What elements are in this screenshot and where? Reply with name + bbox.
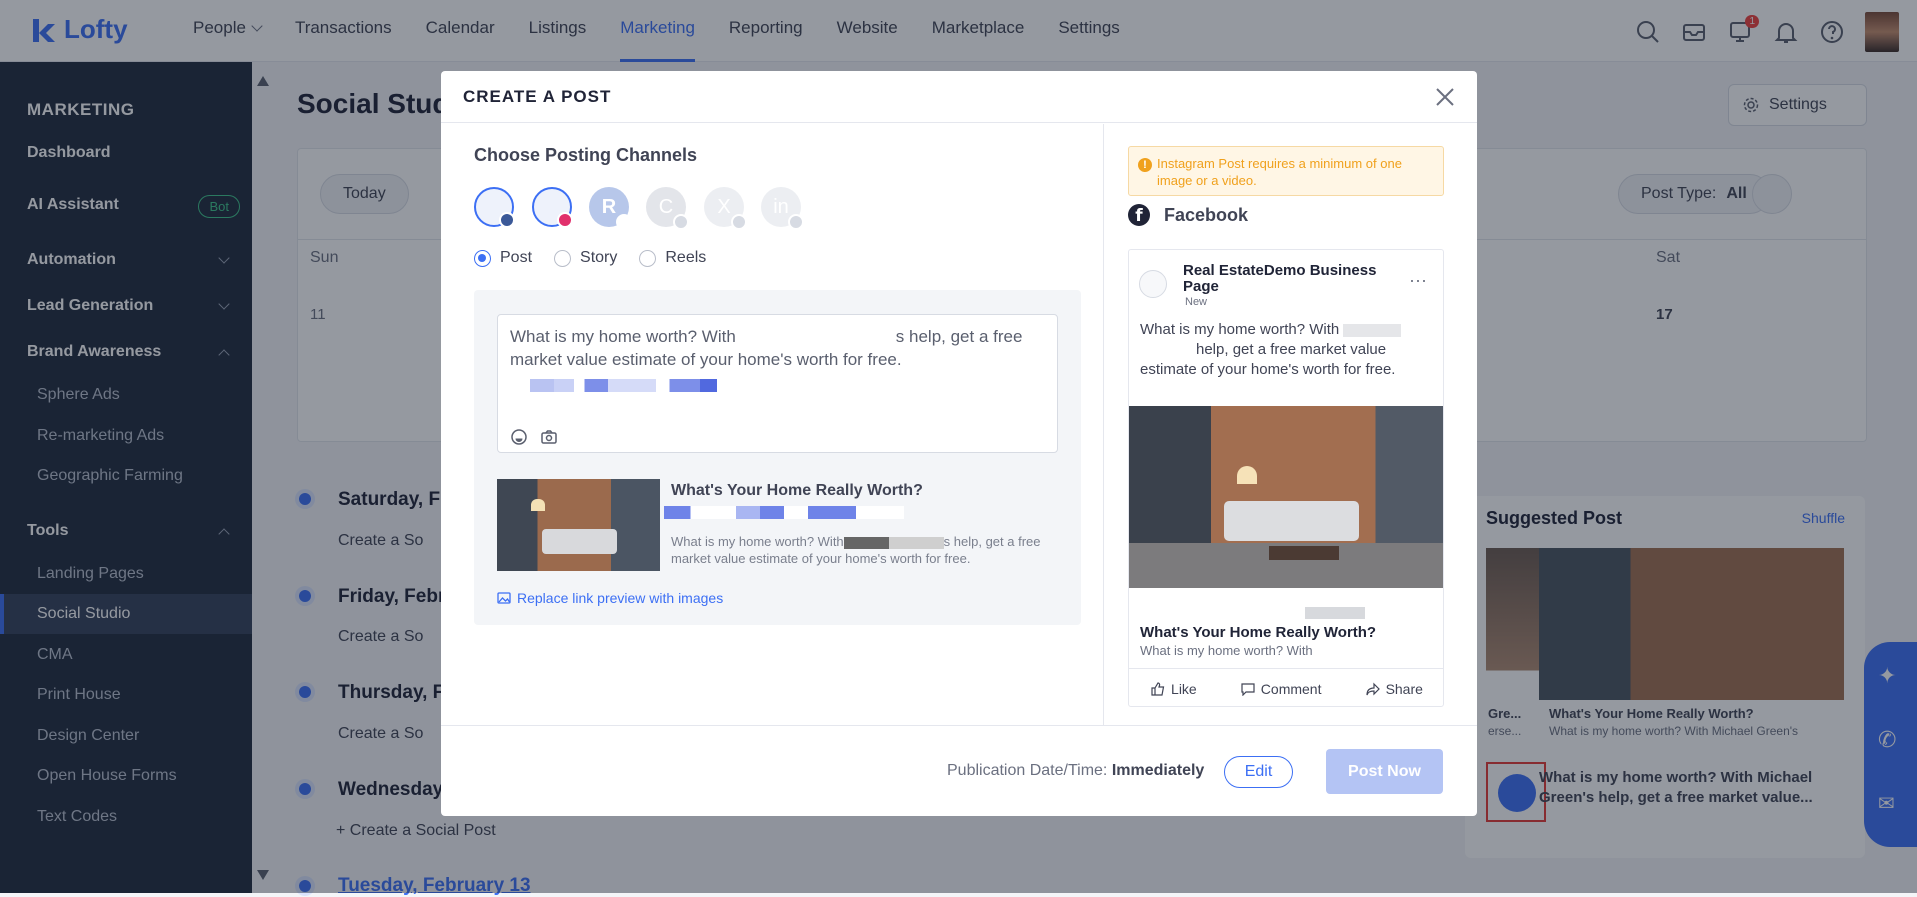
create-post-modal: CREATE A POST Choose Posting Channels R …	[441, 71, 1477, 816]
fb-text-end: help, get a free market value estimate o…	[1140, 341, 1396, 378]
channel-x[interactable]: X	[704, 187, 747, 230]
lamp-shape	[1237, 466, 1257, 484]
fb-share: Share	[1365, 680, 1423, 697]
channel-in-label: in	[773, 196, 789, 218]
fb-link-desc: What is my home worth? With	[1140, 643, 1313, 658]
redacted-name	[843, 536, 944, 549]
choose-channels-title: Choose Posting Channels	[474, 145, 698, 165]
radio-story[interactable]: Story	[554, 249, 617, 267]
radio-dot	[474, 249, 491, 267]
warning-icon: !	[1138, 158, 1152, 172]
facebook-icon: f	[1128, 204, 1150, 226]
redacted-name	[1343, 323, 1402, 337]
facebook-icon	[499, 212, 515, 228]
add-icon	[788, 214, 804, 230]
add-icon	[731, 214, 747, 230]
camera-icon[interactable]	[540, 428, 558, 446]
radio-post-label: Post	[500, 249, 533, 266]
modal-title: CREATE A POST	[463, 87, 612, 106]
redacted-link	[513, 379, 853, 392]
post-text-input[interactable]: What is my home worth? With s help, get a…	[497, 314, 1058, 453]
facebook-label: Facebook	[1164, 204, 1249, 225]
post-text: What is my home worth? With s help, get a…	[510, 325, 1050, 371]
channel-r-label: R	[601, 196, 617, 218]
radio-dot	[554, 249, 572, 267]
channel-instagram[interactable]	[532, 187, 573, 228]
radio-post[interactable]: Post	[474, 249, 532, 267]
compose-tools	[510, 428, 558, 446]
redacted-url	[664, 506, 904, 519]
radio-reels[interactable]: Reels	[639, 249, 706, 267]
fb-meta: New	[1185, 296, 1208, 308]
fb-text-start: What is my home worth? With	[1140, 321, 1340, 338]
publication-label-text: Publication Date/Time:	[947, 762, 1108, 779]
link-preview-desc: What is my home worth? With s help, get a…	[671, 533, 1061, 567]
image-icon	[497, 592, 511, 604]
fb-page-name: Real EstateDemo Business Page	[1183, 262, 1377, 295]
instagram-warning: ! Instagram Post requires a minimum of on…	[1128, 146, 1444, 196]
compose-area: What is my home worth? With s help, get a…	[474, 290, 1081, 625]
edit-button[interactable]: Edit	[1224, 756, 1293, 788]
lamp-shape	[531, 499, 545, 511]
fb-like: Like	[1151, 681, 1197, 697]
emoji-icon[interactable]	[510, 428, 528, 446]
channel-x-label: X	[717, 196, 731, 218]
thumbs-up-icon	[1151, 681, 1165, 696]
warning-text: Instagram Post requires a minimum of one…	[1157, 156, 1402, 188]
radio-dot	[639, 249, 657, 267]
redacted-url	[1305, 607, 1365, 619]
radio-story-label: Story	[580, 249, 618, 266]
publication-value: Immediately	[1111, 762, 1205, 779]
channel-facebook[interactable]	[474, 187, 515, 228]
link-preview-image	[497, 479, 660, 571]
page-avatar	[1139, 270, 1167, 298]
facebook-preview-header: f Facebook	[1128, 204, 1248, 226]
replace-link-preview[interactable]: Replace link preview with images	[497, 590, 723, 606]
channel-c-label: C	[658, 196, 674, 218]
fb-share-label: Share	[1385, 680, 1423, 697]
post-type-radios: Post Story Reels	[474, 249, 706, 267]
fb-post-text: What is my home worth? With help, get a …	[1140, 320, 1438, 380]
table-shape	[1269, 546, 1339, 560]
add-icon	[673, 214, 689, 230]
link-preview-title: What's Your Home Really Worth?	[671, 482, 923, 499]
instagram-icon	[557, 212, 573, 228]
modal-divider	[1103, 124, 1104, 726]
post-now-button[interactable]: Post Now	[1326, 749, 1443, 794]
sofa-shape	[1224, 501, 1359, 541]
fb-comment-label: Comment	[1260, 680, 1322, 697]
fb-link-title: What's Your Home Really Worth?	[1140, 624, 1377, 641]
youtube-icon	[616, 214, 632, 230]
fb-post-image	[1129, 406, 1443, 588]
channel-c[interactable]: C	[646, 187, 689, 230]
facebook-preview-card: Real EstateDemo Business Page New ··· Wh…	[1128, 249, 1444, 707]
publication-label: Publication Date/Time: Immediately	[947, 762, 1204, 780]
modal-header: CREATE A POST	[441, 71, 1477, 123]
fb-actions: Like Comment Share	[1129, 668, 1443, 706]
post-text-start: What is my home worth? With	[510, 327, 736, 346]
fb-comment: Comment	[1241, 680, 1322, 697]
link-desc-start: What is my home worth? With	[671, 534, 844, 549]
close-icon[interactable]	[1433, 85, 1457, 109]
channel-r[interactable]: R	[589, 187, 632, 230]
more-icon[interactable]: ···	[1409, 270, 1427, 291]
link-preview[interactable]: What's Your Home Really Worth? What is m…	[497, 479, 1067, 571]
replace-link-label: Replace link preview with images	[517, 590, 724, 606]
radio-reels-label: Reels	[665, 249, 707, 266]
share-icon	[1365, 682, 1380, 695]
channel-linkedin[interactable]: in	[761, 187, 804, 230]
comment-icon	[1241, 682, 1255, 696]
sofa-shape	[542, 529, 617, 554]
fb-like-label: Like	[1171, 680, 1197, 697]
